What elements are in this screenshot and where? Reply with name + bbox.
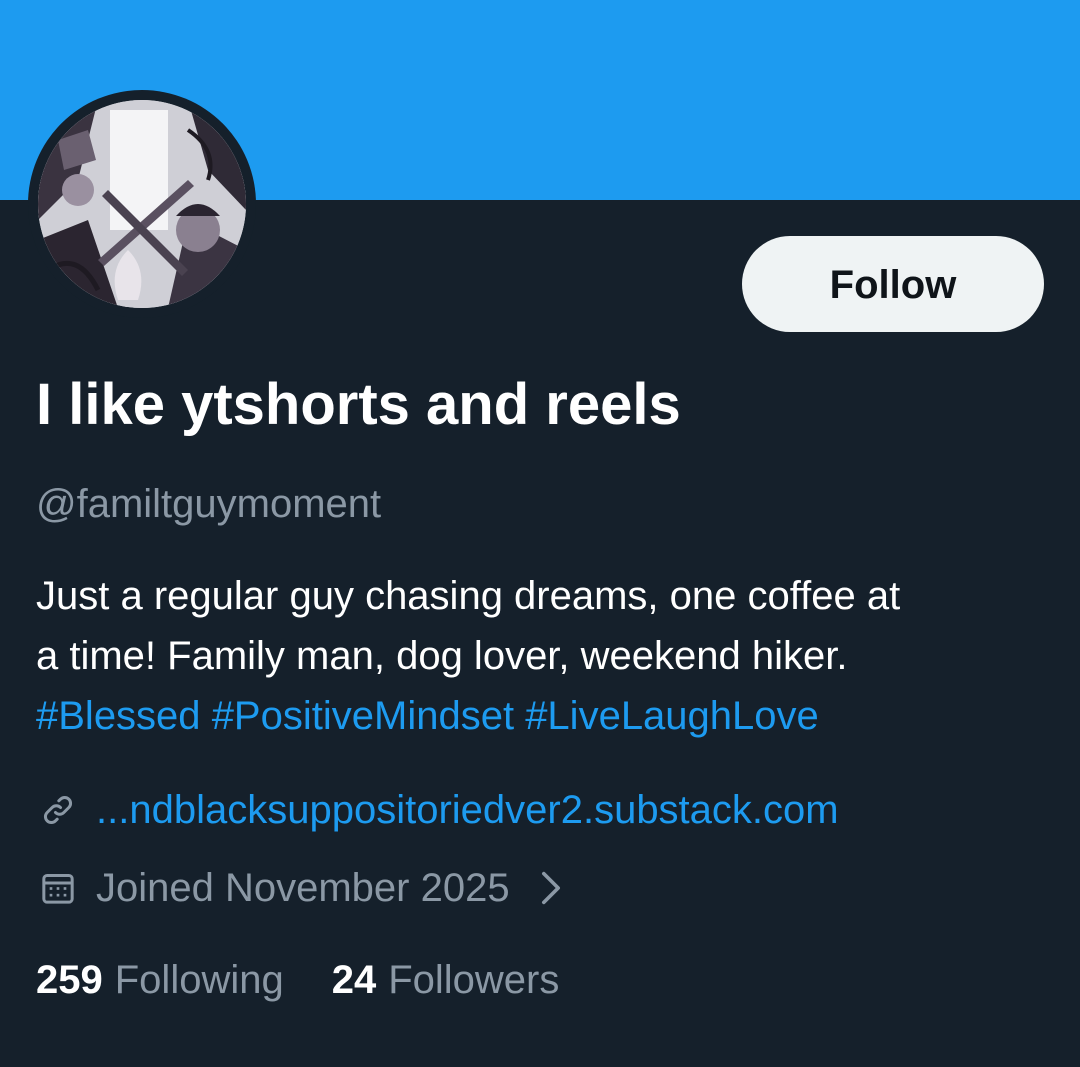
username-handle: @familtguymoment [36,482,382,526]
followers-label: Followers [388,958,560,1002]
hashtag-link[interactable]: #PositiveMindset [212,694,514,738]
followers-stat[interactable]: 24 Followers [332,954,560,1006]
avatar-image [38,100,246,308]
following-count: 259 [36,958,103,1002]
hashtag-link[interactable]: #Blessed [36,694,201,738]
display-name: I like ytshorts and reels [36,372,681,437]
joined-row: Joined November 2025 [36,862,568,914]
bio-hashtags: #Blessed #PositiveMindset #LiveLaughLove [36,686,1046,746]
avatar[interactable] [28,90,256,318]
bio-line: Just a regular guy chasing dreams, one c… [36,574,901,618]
calendar-icon [36,866,80,910]
follow-stats: 259 Following 24 Followers [36,954,607,1006]
joined-date: Joined November 2025 [96,866,510,910]
profile-bio: Just a regular guy chasing dreams, one c… [36,566,1046,746]
following-label: Following [114,958,284,1002]
bio-line: a time! Family man, dog lover, weekend h… [36,634,848,678]
link-icon [36,788,80,832]
website-link[interactable]: ...ndblacksuppositoriedver2.substack.com [96,784,839,836]
following-stat[interactable]: 259 Following [36,954,284,1006]
website-row: ...ndblacksuppositoriedver2.substack.com [36,784,839,836]
hashtag-link[interactable]: #LiveLaughLove [525,694,819,738]
avatar-illustration [38,100,246,308]
followers-count: 24 [331,958,377,1002]
follow-button[interactable]: Follow [742,236,1044,332]
chevron-right-icon[interactable] [540,868,568,908]
